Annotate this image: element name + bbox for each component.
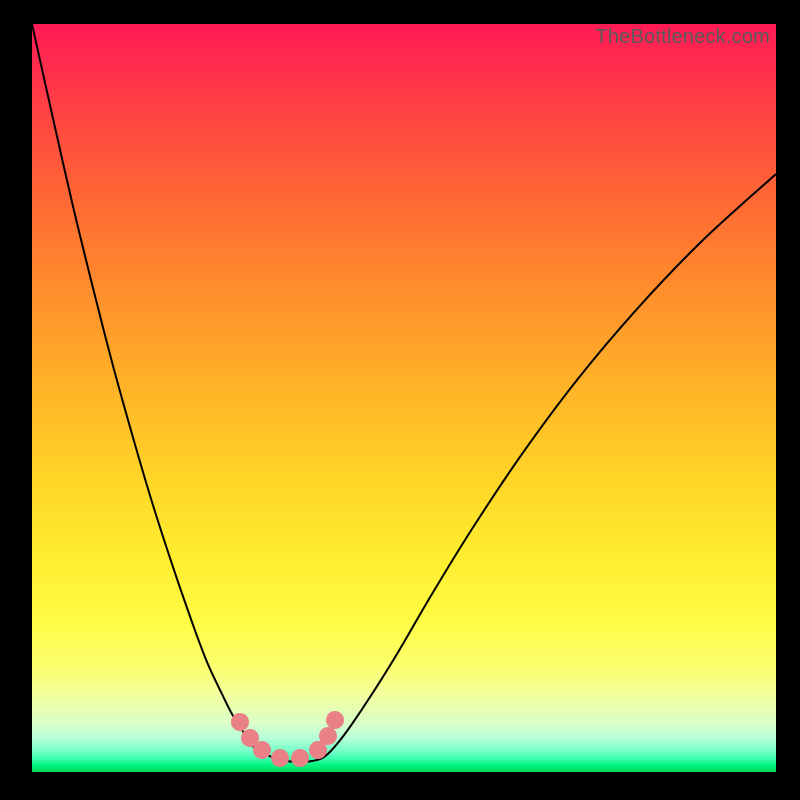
marker-dot: [291, 749, 309, 767]
marker-group: [231, 711, 344, 767]
plot-area: TheBottleneck.com: [32, 24, 776, 772]
curve-path: [32, 24, 776, 762]
marker-dot: [231, 713, 249, 731]
marker-dot: [326, 711, 344, 729]
chart-frame: TheBottleneck.com: [0, 0, 800, 800]
marker-dot: [319, 727, 337, 745]
marker-dot: [253, 741, 271, 759]
marker-dot: [271, 749, 289, 767]
curve-svg: [32, 24, 776, 772]
watermark-text: TheBottleneck.com: [595, 26, 770, 49]
